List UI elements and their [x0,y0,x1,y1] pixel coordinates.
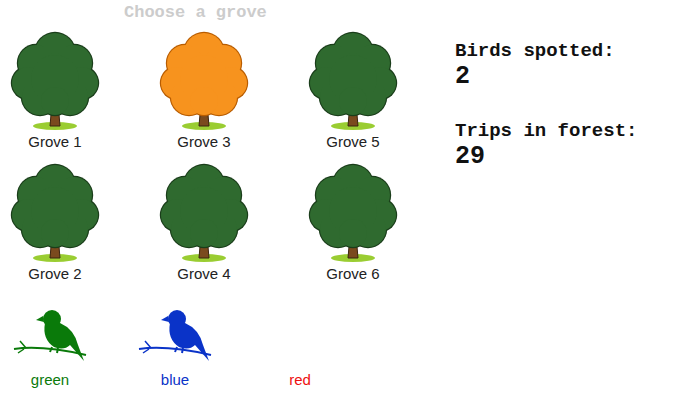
stat-value: 2 [455,62,637,92]
game-area: Choose a groveGrove 1Grove 2Grove 3Grove… [0,0,450,405]
tree-icon [10,31,100,131]
stat-label: Trips in forest: [455,120,637,142]
grove[interactable]: Grove 6 [303,163,403,283]
grove-label: Grove 1 [28,133,81,151]
grove-label: Grove 5 [326,133,379,151]
tree-icon [308,31,398,131]
stat: Birds spotted:2 [455,40,637,92]
grove[interactable]: Grove 5 [303,31,403,151]
bird-label: blue [161,371,189,389]
stats-panel: Birds spotted:2 Trips in forest:29 [450,0,637,405]
grove-label: Grove 2 [28,265,81,283]
tree-icon [308,163,398,263]
bird-label: red [289,371,311,389]
stat-label: Birds spotted: [455,40,637,62]
grove-label: Grove 4 [177,265,230,283]
bird: red [250,305,350,389]
grove[interactable]: Grove 3 [154,31,254,151]
bird: green [0,305,100,389]
bird-row: green blue red [0,283,450,389]
tree-icon [159,163,249,263]
bird-slot [137,305,213,365]
bird-label: green [31,371,69,389]
grove-label: Grove 6 [326,265,379,283]
stat: Trips in forest:29 [455,120,637,172]
stat-value: 29 [455,142,637,172]
grove-label: Grove 3 [177,133,230,151]
bird: blue [125,305,225,389]
title: Choose a grove [0,0,450,23]
bird-slot [12,305,88,365]
grove-grid: Grove 1 Grove 2 Grove 3 Grove 4 Grove 5 Grove… [0,23,450,283]
tree-icon [10,163,100,263]
tree-icon [159,31,249,131]
bird-slot [262,305,338,365]
grove[interactable]: Grove 4 [154,163,254,283]
grove[interactable]: Grove 2 [5,163,105,283]
bird-icon [137,305,213,365]
grove[interactable]: Grove 1 [5,31,105,151]
page: Choose a groveGrove 1Grove 2Grove 3Grove… [0,0,697,405]
bird-icon [12,305,88,365]
